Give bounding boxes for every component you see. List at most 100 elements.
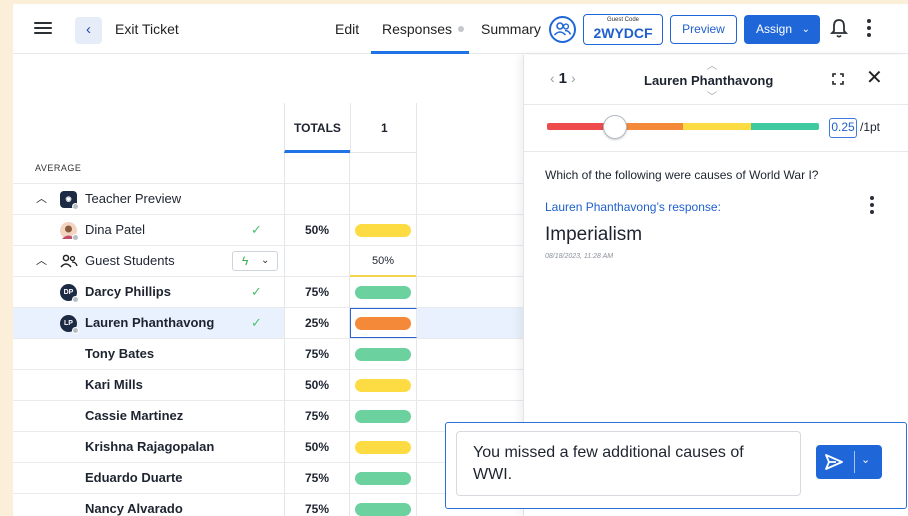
expand-icon[interactable] [832,73,844,85]
student-total: 50% [284,215,350,245]
table-row[interactable]: Kari Mills 50% [13,370,523,401]
score-row: 0.25 /1pt [524,106,908,152]
chevron-down-icon[interactable]: ⌄ [861,453,870,466]
score-cell[interactable] [350,401,417,431]
score-segment [751,123,819,130]
group-average-value: 50% [371,255,395,267]
send-feedback-button[interactable]: ⌄ [816,445,882,479]
avatar [60,222,79,241]
check-icon: ✓ [251,315,262,330]
score-cell[interactable] [350,370,417,400]
next-student-icon[interactable]: ﹀ [707,88,717,103]
preview-button[interactable]: Preview [670,15,737,44]
score-cell[interactable] [350,277,417,307]
chevron-left-icon[interactable]: ‹ [550,70,555,86]
student-name: Cassie Martinez [85,408,184,423]
score-max: /1pt [860,120,881,134]
question-navigator: ‹ 1 › [550,70,576,87]
previous-student-icon[interactable]: ︿ [707,57,717,72]
question-column-header[interactable]: 1 [350,103,417,153]
tab-edit[interactable]: Edit [335,21,359,37]
group-q1 [350,184,417,214]
guest-code-value: 2WYDCF [593,25,653,41]
student-name: Kari Mills [85,377,143,392]
send-icon [825,454,843,470]
student-total: 50% [284,432,350,462]
avatar: DP [60,284,79,303]
table-row[interactable]: Dina Patel ✓ 50% [13,215,523,246]
tab-responses-label: Responses [382,21,453,37]
tab-responses[interactable]: Responses [382,21,465,37]
score-slider-handle[interactable] [603,115,627,139]
score-slider-track[interactable] [547,123,819,130]
assign-button[interactable]: Assign ⌄ [744,15,820,44]
guest-code-label: Guest Code [606,17,640,23]
score-cell[interactable] [350,339,417,369]
question-number: 1 [558,70,568,87]
average-label: AVERAGE [35,163,82,173]
average-row: AVERAGE [13,153,523,184]
score-cell[interactable] [350,494,417,516]
chevron-up-icon[interactable]: ︿ [36,184,47,214]
preview-icon: ◉ [60,191,79,210]
score-segment [683,123,751,130]
score-cell[interactable] [350,463,417,493]
group-total [284,184,350,214]
student-total: 75% [284,494,350,516]
score-cell-selected[interactable] [350,308,417,338]
group-row-guest[interactable]: ︿ Guest Students ϟ ⌄ 50% [13,246,523,277]
score-pill [355,286,411,299]
people-icon [60,254,78,268]
response-options-icon[interactable] [869,196,875,214]
tab-summary[interactable]: Summary [481,21,541,37]
chevron-up-icon[interactable]: ︿ [36,246,47,276]
status-dot-icon [458,26,465,33]
chevron-right-icon[interactable]: › [571,70,576,86]
lightning-icon: ϟ [242,254,249,268]
menu-icon[interactable] [34,19,52,37]
student-name: Nancy Alvarado [85,501,183,516]
score-cell[interactable] [350,432,417,462]
score-pill [355,441,411,454]
feedback-composer: You missed a few additional causes of WW… [445,422,907,509]
score-input[interactable]: 0.25 [829,118,857,138]
average-q1 [350,153,417,183]
student-total: 75% [284,401,350,431]
guest-code-badge[interactable]: Guest Code 2WYDCF [583,14,663,45]
student-total: 50% [284,370,350,400]
more-options-icon[interactable] [866,19,872,39]
active-tab-indicator [371,51,469,54]
page-title: Exit Ticket [115,21,179,37]
quick-grade-dropdown[interactable]: ϟ ⌄ [232,251,278,271]
student-name: Eduardo Duarte [85,470,183,485]
close-icon[interactable]: ✕ [866,68,883,88]
assign-label: Assign [756,22,793,36]
student-total: 75% [284,277,350,307]
response-timestamp: 08/18/2023, 11:28 AM [545,253,614,260]
score-cell[interactable] [350,215,417,245]
table-row-selected[interactable]: LP Lauren Phanthavong ✓ 25% [13,308,523,339]
feedback-input[interactable]: You missed a few additional causes of WW… [456,431,801,496]
totals-column-header[interactable]: TOTALS [284,103,350,153]
question-text: Which of the following were causes of Wo… [545,168,819,182]
chevron-left-icon: ‹ [86,21,91,38]
bell-icon[interactable] [830,17,848,39]
student-total: 75% [284,339,350,369]
score-pill [355,317,411,330]
table-row[interactable]: DP Darcy Phillips ✓ 75% [13,277,523,308]
students-button[interactable] [549,16,576,43]
student-total: 25% [284,308,350,338]
table-row[interactable]: Tony Bates 75% [13,339,523,370]
score-pill [355,224,411,237]
chevron-down-icon: ⌄ [801,24,810,35]
student-name: Dina Patel [85,222,145,237]
score-pill [355,472,411,485]
chevron-down-icon: ⌄ [261,255,270,266]
student-name: Tony Bates [85,346,155,361]
avatar: LP [60,315,79,334]
group-name: Guest Students [85,253,175,268]
back-button[interactable]: ‹ [75,17,102,44]
group-row-teacher[interactable]: ︿ ◉ Teacher Preview [13,184,523,215]
check-icon: ✓ [251,222,262,237]
score-pill [355,379,411,392]
